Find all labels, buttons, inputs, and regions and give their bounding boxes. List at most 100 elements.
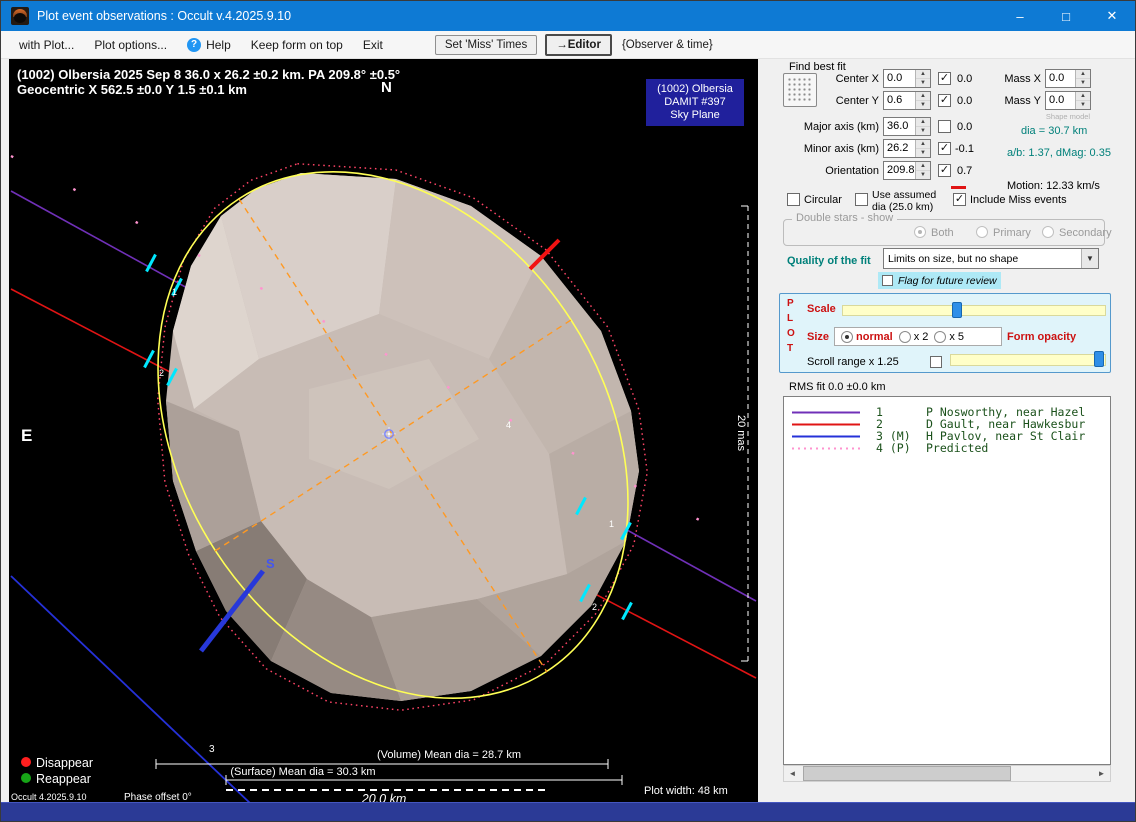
miss-chord-label: 3 <box>209 744 215 755</box>
center-y-fit-checkbox[interactable]: ✓ <box>938 94 951 107</box>
mass-x-spinner[interactable]: 0.0 ▲▼ <box>1045 69 1091 88</box>
scroll-right-button[interactable]: ► <box>1093 766 1110 781</box>
plot-letter-p: P <box>787 298 794 309</box>
spinner-down-icon[interactable]: ▼ <box>916 149 930 157</box>
scroll-left-button[interactable]: ◄ <box>784 766 801 781</box>
plot-letter-l: L <box>787 313 793 324</box>
radio-secondary[interactable] <box>1042 226 1054 238</box>
set-miss-times-button[interactable]: Set 'Miss' Times <box>435 35 537 55</box>
spinner-down-icon[interactable]: ▼ <box>1076 101 1090 109</box>
circular-checkbox[interactable] <box>787 193 800 206</box>
spinner-up-icon[interactable]: ▲ <box>916 118 930 127</box>
mass-x-value: 0.0 <box>1046 70 1075 87</box>
scroll-range-slider-thumb[interactable] <box>1094 351 1104 367</box>
editor-button[interactable]: →Editor <box>545 34 612 56</box>
spinner-arrows[interactable]: ▲▼ <box>915 70 930 87</box>
info-object-name: (1002) Olbersia <box>657 83 734 95</box>
spinner-arrows[interactable]: ▲▼ <box>915 162 930 179</box>
spinner-down-icon[interactable]: ▼ <box>916 127 930 135</box>
spinner-up-icon[interactable]: ▲ <box>1076 70 1090 79</box>
spinner-up-icon[interactable]: ▲ <box>916 162 930 171</box>
spinner-arrows[interactable]: ▲▼ <box>915 92 930 109</box>
quality-dropdown[interactable]: Limits on size, but no shape ▼ <box>883 248 1099 269</box>
major-axis-fit-checkbox[interactable] <box>938 120 951 133</box>
maximize-button[interactable]: □ <box>1043 1 1089 31</box>
mass-y-spinner[interactable]: 0.0 ▲▼ <box>1045 91 1091 110</box>
plot-title-line2: Geocentric X 562.5 ±0.0 Y 1.5 ±0.1 km <box>17 82 247 97</box>
spinner-up-icon[interactable]: ▲ <box>1076 92 1090 101</box>
reappear-label: Reappear <box>36 772 91 786</box>
center-y-spinner[interactable]: 0.6 ▲▼ <box>883 91 931 110</box>
spinner-down-icon[interactable]: ▼ <box>916 101 930 109</box>
minimize-button[interactable]: – <box>997 1 1043 31</box>
orientation-fit-checkbox[interactable]: ✓ <box>938 164 951 177</box>
surface-label: (Surface) Mean dia = 30.3 km <box>230 766 375 778</box>
center-x-fit-checkbox[interactable]: ✓ <box>938 72 951 85</box>
check-icon: ✓ <box>955 193 964 205</box>
sky-plane-plot[interactable]: 1 2 1 2 3 4 S (1002) Olbersia 2025 Sep 8… <box>9 59 758 804</box>
check-icon: ✓ <box>940 142 949 154</box>
menu-item-with-plot[interactable]: with Plot... <box>9 34 84 56</box>
spinner-arrows[interactable]: ▲▼ <box>915 140 930 157</box>
plot-letter-o: O <box>787 328 795 339</box>
menu-item-help[interactable]: ? Help <box>177 34 241 56</box>
dropdown-arrow-icon[interactable]: ▼ <box>1081 249 1098 268</box>
radio-primary[interactable] <box>976 226 988 238</box>
size-x2-option[interactable]: x 2 <box>899 331 929 343</box>
scroll-range-slider[interactable] <box>950 354 1106 366</box>
app-icon <box>11 7 29 25</box>
spinner-arrows[interactable]: ▲▼ <box>1075 70 1090 87</box>
scale-slider-thumb[interactable] <box>952 302 962 318</box>
size-radio-group: normal x 2 x 5 <box>834 327 1002 346</box>
spinner-arrows[interactable]: ▲▼ <box>915 118 930 135</box>
radio-both[interactable] <box>914 226 926 238</box>
observation-row[interactable]: 4 (P) Predicted <box>784 442 1110 454</box>
double-stars-title: Double stars - show <box>792 212 897 224</box>
check-icon: ✓ <box>940 72 949 84</box>
axis-ratio-note: a/b: 1.37, dMag: 0.35 <box>1007 147 1111 159</box>
menu-item-exit[interactable]: Exit <box>353 34 393 56</box>
reappear-dot <box>21 773 31 783</box>
event-tick <box>623 603 632 620</box>
info-damit: DAMIT #397 <box>664 96 726 108</box>
find-best-fit-label: Find best fit <box>789 61 846 73</box>
scroll-range-checkbox[interactable] <box>930 356 942 368</box>
flag-review-checkbox[interactable] <box>882 275 893 286</box>
list-horizontal-scrollbar[interactable]: ◄ ► <box>783 765 1111 782</box>
chord-2-swatch <box>790 421 862 428</box>
volume-label: (Volume) Mean dia = 28.7 km <box>377 749 521 761</box>
spinner-down-icon[interactable]: ▼ <box>916 79 930 87</box>
center-x-spinner[interactable]: 0.0 ▲▼ <box>883 69 931 88</box>
spinner-down-icon[interactable]: ▼ <box>916 171 930 179</box>
scale-slider[interactable] <box>842 305 1106 316</box>
scrollbar-thumb[interactable] <box>803 766 1011 781</box>
observations-list[interactable]: 1 P Nosworthy, near Hazel 2 D Gault, nea… <box>783 396 1111 765</box>
chord-3-swatch <box>790 433 862 440</box>
size-x5-option[interactable]: x 5 <box>934 331 964 343</box>
spinner-up-icon[interactable]: ▲ <box>916 140 930 149</box>
include-miss-checkbox[interactable]: ✓ <box>953 193 966 206</box>
size-normal-option[interactable]: normal <box>841 331 893 343</box>
scrollbar-track[interactable] <box>801 766 1093 781</box>
spinner-arrows[interactable]: ▲▼ <box>1075 92 1090 109</box>
motion-note: Motion: 12.33 km/s <box>1007 180 1100 192</box>
menu-item-plot-options[interactable]: Plot options... <box>84 34 177 56</box>
form-opacity-label: Form opacity <box>1007 331 1076 343</box>
orientation-error: 0.7 <box>957 165 972 177</box>
window-controls: – □ ✕ <box>997 1 1135 31</box>
mass-y-value: 0.0 <box>1046 92 1075 109</box>
menu-item-keep-on-top[interactable]: Keep form on top <box>241 34 353 56</box>
spinner-down-icon[interactable]: ▼ <box>1076 79 1090 87</box>
minor-axis-spinner[interactable]: 26.2 ▲▼ <box>883 139 931 158</box>
center-y-error: 0.0 <box>957 95 972 107</box>
chord1-left-label: 1 <box>172 287 177 297</box>
close-button[interactable]: ✕ <box>1089 1 1135 31</box>
major-axis-spinner[interactable]: 36.0 ▲▼ <box>883 117 931 136</box>
chord2-right-label: 2 <box>592 602 597 612</box>
spinner-up-icon[interactable]: ▲ <box>916 92 930 101</box>
use-assumed-checkbox[interactable] <box>855 193 868 206</box>
orientation-spinner[interactable]: 209.8 ▲▼ <box>883 161 931 180</box>
minor-axis-fit-checkbox[interactable]: ✓ <box>938 142 951 155</box>
size-normal-label: normal <box>856 331 893 343</box>
spinner-up-icon[interactable]: ▲ <box>916 70 930 79</box>
